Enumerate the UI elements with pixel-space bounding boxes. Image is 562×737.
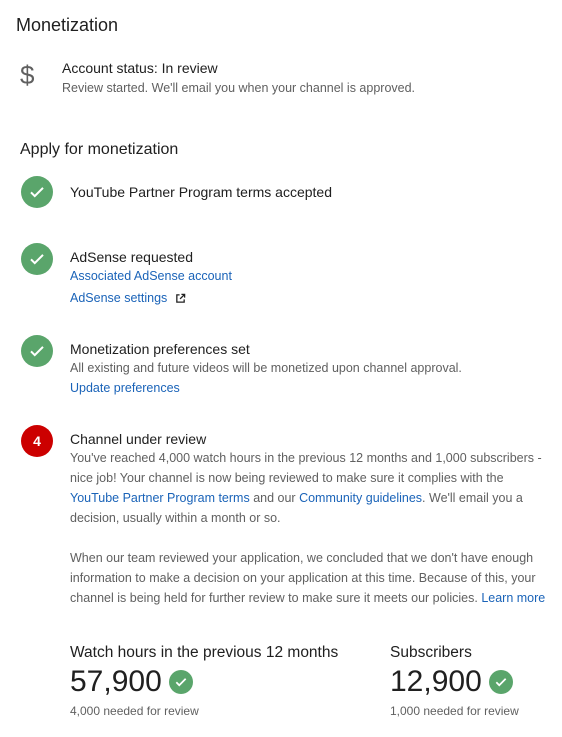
metric-label: Subscribers: [390, 644, 472, 661]
step-title: AdSense requested: [70, 249, 193, 265]
metric-value: 12,900: [390, 665, 482, 698]
step-title: Monetization preferences set: [70, 341, 250, 357]
review-text: When our team reviewed your application,…: [70, 551, 536, 605]
step-monetization-preferences: Monetization preferences set All existin…: [70, 340, 550, 398]
metric-value: 57,900: [70, 665, 162, 698]
check-circle-icon: [168, 670, 193, 694]
external-link-icon: [175, 290, 186, 310]
check-circle-icon: [488, 670, 513, 694]
account-status-description: Review started. We'll email you when you…: [62, 81, 416, 95]
step-title: Channel under review: [70, 431, 207, 447]
review-decision-paragraph: When our team reviewed your application,…: [70, 548, 548, 608]
step-title: YouTube Partner Program terms accepted: [70, 184, 332, 200]
dollar-icon: $: [20, 60, 35, 90]
step-channel-review: Channel under review You've reached 4,00…: [70, 430, 548, 608]
step-terms-accepted: YouTube Partner Program terms accepted: [70, 183, 550, 201]
community-guidelines-link[interactable]: Community guidelines: [299, 491, 422, 505]
subscribers-metric: Subscribers 12,900 1,000 needed for revi…: [390, 644, 519, 718]
review-text: and our: [249, 491, 300, 505]
learn-more-link[interactable]: Learn more: [481, 591, 545, 605]
adsense-settings-label: AdSense settings: [70, 291, 168, 305]
review-paragraph: You've reached 4,000 watch hours in the …: [70, 448, 548, 528]
ypp-terms-link[interactable]: YouTube Partner Program terms: [70, 491, 250, 505]
check-circle-icon: [21, 243, 53, 275]
metric-note: 4,000 needed for review: [70, 704, 199, 718]
check-circle-icon: [21, 176, 53, 208]
apply-section-title: Apply for monetization: [20, 141, 179, 158]
step-adsense-requested: AdSense requested Associated AdSense acc…: [70, 248, 550, 310]
check-circle-icon: [21, 335, 53, 367]
metric-note: 1,000 needed for review: [390, 704, 519, 718]
associated-adsense-account-link[interactable]: Associated AdSense account: [70, 266, 550, 286]
step-description: All existing and future videos will be m…: [70, 361, 462, 375]
step-number-badge: 4: [21, 425, 53, 457]
adsense-settings-link[interactable]: AdSense settings: [70, 288, 550, 310]
watch-hours-metric: Watch hours in the previous 12 months 57…: [70, 644, 338, 718]
review-text: You've reached 4,000 watch hours in the …: [70, 451, 542, 485]
update-preferences-link[interactable]: Update preferences: [70, 378, 550, 398]
account-status: Account status: In review: [62, 60, 218, 76]
page-title: Monetization: [16, 15, 119, 35]
metric-label: Watch hours in the previous 12 months: [70, 644, 339, 661]
